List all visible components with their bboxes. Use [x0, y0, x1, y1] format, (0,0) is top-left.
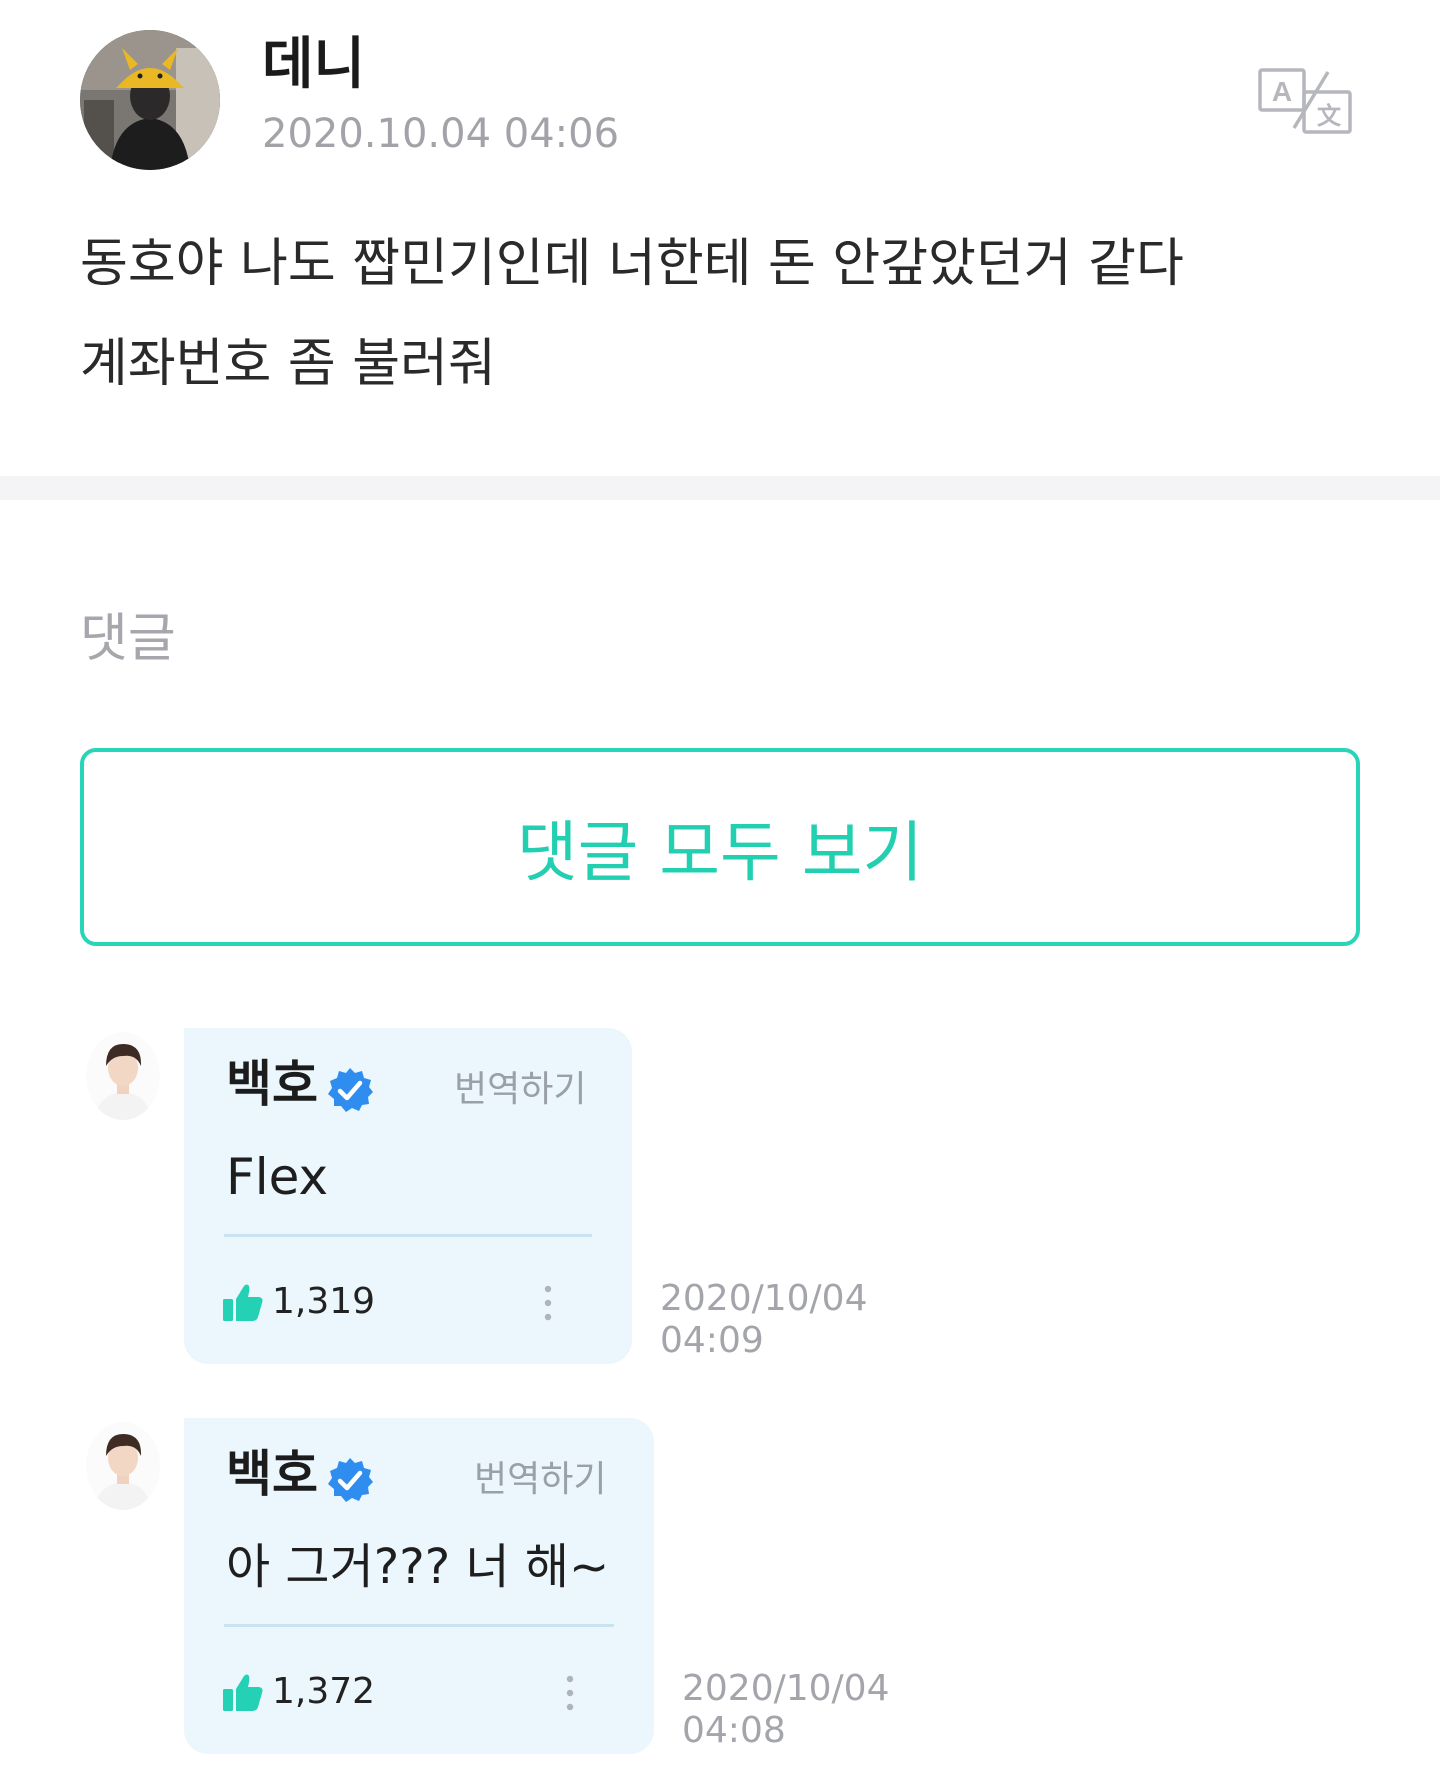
- comment-text: 아 그거??? 너 해~: [226, 1539, 610, 1595]
- comment-text: Flex: [226, 1148, 329, 1206]
- comment-time: 04:09: [660, 1320, 764, 1361]
- verified-badge-icon: [326, 1066, 374, 1114]
- commenter-name[interactable]: 백호: [226, 1052, 318, 1116]
- translate-comment-link[interactable]: 번역하기: [454, 1066, 586, 1114]
- thumbs-up-icon[interactable]: [222, 1672, 264, 1712]
- avatar-photo: [80, 30, 220, 170]
- commenter-name[interactable]: 백호: [226, 1442, 318, 1506]
- post-body-text: 동호야 나도 짭민기인데 너한테 돈 안갚았던거 같다 계좌번호 좀 불러줘: [80, 234, 1184, 394]
- translate-comment-link[interactable]: 번역하기: [474, 1456, 606, 1504]
- more-options-icon[interactable]: [560, 1673, 580, 1713]
- post-author-avatar[interactable]: [80, 30, 220, 170]
- comment-time: 04:08: [682, 1710, 786, 1751]
- view-all-comments-button[interactable]: 댓글 모두 보기: [80, 748, 1360, 946]
- comment-date: 2020/10/04: [682, 1668, 890, 1709]
- thumbs-up-icon[interactable]: [222, 1282, 264, 1322]
- section-divider: [0, 476, 1440, 500]
- like-count: 1,319: [272, 1281, 376, 1322]
- post-author-name[interactable]: 데니: [262, 30, 365, 100]
- comments-heading: 댓글: [80, 609, 176, 669]
- like-count: 1,372: [272, 1671, 376, 1712]
- verified-badge-icon: [326, 1456, 374, 1504]
- comment-item: 백호 번역하기 아 그거??? 너 해~ 1,372 2020/10/04 04…: [0, 1418, 1440, 1754]
- svg-text:A: A: [1272, 76, 1292, 107]
- commenter-avatar[interactable]: [86, 1422, 160, 1510]
- translate-icon[interactable]: A 文: [1258, 66, 1354, 136]
- avatar-photo: [86, 1032, 160, 1120]
- comment-bubble: 백호 번역하기 Flex 1,319: [184, 1028, 632, 1364]
- comment-item: 백호 번역하기 Flex 1,319 2020/10/04 04:09: [0, 1028, 1440, 1364]
- avatar-photo: [86, 1422, 160, 1510]
- post-timestamp: 2020.10.04 04:06: [262, 111, 620, 157]
- comment-divider: [224, 1624, 614, 1627]
- svg-text:文: 文: [1317, 102, 1342, 130]
- comment-divider: [224, 1234, 592, 1237]
- commenter-avatar[interactable]: [86, 1032, 160, 1120]
- comment-date: 2020/10/04: [660, 1278, 868, 1319]
- more-options-icon[interactable]: [538, 1283, 558, 1323]
- comment-bubble: 백호 번역하기 아 그거??? 너 해~ 1,372: [184, 1418, 654, 1754]
